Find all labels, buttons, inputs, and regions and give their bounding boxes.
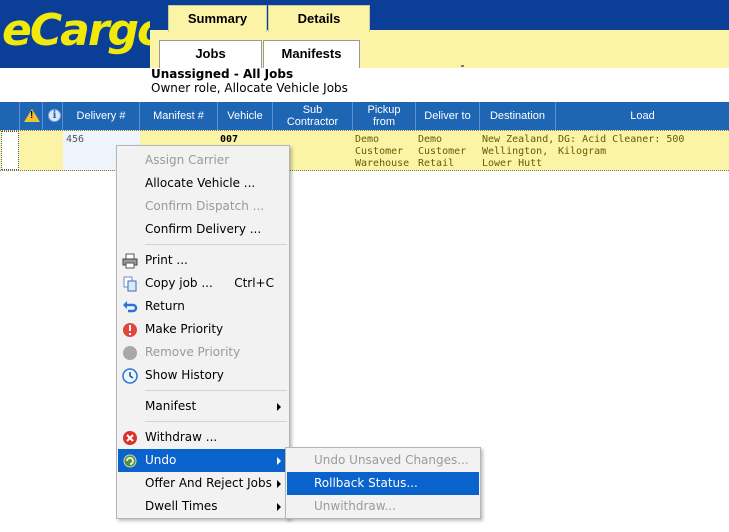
undo-submenu: Undo Unsaved Changes... Rollback Status.… bbox=[285, 447, 481, 519]
cell-line: Customer bbox=[355, 146, 404, 157]
menu-item-make-priority[interactable]: Make Priority bbox=[118, 318, 288, 341]
page-title: Unassigned - All Jobs bbox=[151, 67, 294, 81]
menu-item-remove-priority[interactable]: Remove Priority bbox=[118, 341, 288, 364]
menu-item-show-history[interactable]: Show History bbox=[118, 364, 288, 387]
tab-summary[interactable]: Summary bbox=[168, 5, 267, 32]
menu-item-label: Unwithdraw... bbox=[314, 499, 396, 513]
menu-item-label: Print ... bbox=[145, 253, 188, 267]
menu-item-label: Undo Unsaved Changes... bbox=[314, 453, 469, 467]
chevron-right-icon bbox=[277, 480, 281, 488]
divider bbox=[461, 65, 464, 67]
menu-item-label: Dwell Times bbox=[145, 499, 218, 513]
menu-item-print[interactable]: Print ... bbox=[118, 249, 288, 272]
column-header-delivery[interactable]: Delivery # bbox=[63, 102, 140, 130]
menu-item-dwell-times[interactable]: Dwell Times bbox=[118, 495, 288, 518]
cell-line: Demo bbox=[418, 134, 443, 145]
menu-item-label: Confirm Dispatch ... bbox=[145, 199, 265, 213]
return-icon bbox=[123, 301, 138, 313]
submenu-item-rollback-status[interactable]: Rollback Status... bbox=[287, 472, 479, 495]
cell-deliverto: Demo Customer Retail bbox=[418, 134, 466, 170]
row-selector[interactable] bbox=[1, 131, 19, 170]
cell-pickup: Demo Customer Warehouse bbox=[355, 134, 409, 170]
cell-load: DG: Acid Cleaner: 500 Kilogram bbox=[558, 134, 685, 157]
menu-separator bbox=[145, 421, 287, 422]
menu-item-label: Manifest bbox=[145, 399, 197, 413]
menu-item-label: Return bbox=[145, 299, 185, 313]
menu-item-label: Copy job ... bbox=[145, 276, 213, 290]
withdraw-icon bbox=[123, 431, 137, 445]
menu-item-copy-job[interactable]: Copy job ... Ctrl+C bbox=[118, 272, 288, 295]
priority-icon bbox=[123, 323, 137, 337]
subtab-manifests[interactable]: Manifests bbox=[263, 40, 360, 68]
menu-separator bbox=[145, 390, 287, 391]
cell-line: Warehouse bbox=[355, 158, 410, 169]
menu-item-label: Withdraw ... bbox=[145, 430, 218, 444]
warning-icon-mark: ! bbox=[30, 110, 34, 121]
cell-line: Customer bbox=[418, 146, 467, 157]
cell-delivery: 456 bbox=[66, 134, 85, 145]
cell-line: New Zealand, bbox=[482, 134, 555, 145]
submenu-item-undo-unsaved[interactable]: Undo Unsaved Changes... bbox=[287, 449, 479, 472]
column-header-label: from bbox=[373, 116, 395, 128]
menu-item-label: Undo bbox=[145, 453, 177, 467]
page-subtitle: Owner role, Allocate Vehicle Jobs bbox=[151, 81, 348, 95]
chevron-right-icon bbox=[277, 503, 281, 511]
cell-destination: New Zealand, Wellington, Lower Hutt bbox=[482, 134, 554, 170]
undo-icon bbox=[123, 454, 137, 468]
column-header-pickup[interactable]: Pickup from bbox=[353, 102, 416, 130]
menu-separator bbox=[145, 244, 287, 245]
menu-item-withdraw[interactable]: Withdraw ... bbox=[118, 426, 288, 449]
menu-item-confirm-delivery[interactable]: Confirm Delivery ... bbox=[118, 218, 288, 241]
menu-item-label: Confirm Delivery ... bbox=[145, 222, 262, 236]
column-header-load[interactable]: Load bbox=[556, 102, 729, 130]
menu-item-label: Show History bbox=[145, 368, 224, 382]
tab-details[interactable]: Details bbox=[268, 5, 370, 32]
printer-icon bbox=[122, 253, 138, 269]
menu-item-label: Remove Priority bbox=[145, 345, 241, 359]
column-header-label: Sub bbox=[302, 104, 323, 116]
column-header-destination[interactable]: Destination bbox=[480, 102, 556, 130]
cell-line: Lower Hutt bbox=[482, 158, 543, 169]
cell-line: Retail bbox=[418, 158, 455, 169]
grid-header: Delivery # Manifest # Vehicle Sub Contra… bbox=[0, 102, 729, 130]
menu-item-label: Assign Carrier bbox=[145, 153, 230, 167]
menu-item-undo[interactable]: Undo bbox=[118, 449, 288, 472]
menu-item-offer-reject[interactable]: Offer And Reject Jobs bbox=[118, 472, 288, 495]
menu-item-allocate-vehicle[interactable]: Allocate Vehicle ... bbox=[118, 172, 288, 195]
chevron-right-icon bbox=[277, 457, 281, 465]
column-header-manifest[interactable]: Manifest # bbox=[140, 102, 218, 130]
menu-item-manifest[interactable]: Manifest bbox=[118, 395, 288, 418]
chevron-right-icon bbox=[277, 403, 281, 411]
subtab-jobs[interactable]: Jobs bbox=[159, 40, 262, 68]
select-column-header[interactable] bbox=[0, 102, 20, 130]
info-icon: i bbox=[48, 109, 61, 122]
clock-icon bbox=[122, 368, 138, 384]
context-menu: Assign Carrier Allocate Vehicle ... Conf… bbox=[116, 145, 290, 519]
column-header-label: Pickup bbox=[367, 104, 401, 116]
column-header-label: Contractor bbox=[286, 116, 339, 128]
app-logo[interactable]: eCargo bbox=[2, 2, 167, 60]
column-header-subcontractor[interactable]: Sub Contractor bbox=[273, 102, 353, 130]
menu-item-label: Rollback Status... bbox=[314, 476, 418, 490]
menu-item-label: Allocate Vehicle ... bbox=[145, 176, 256, 190]
menu-item-confirm-dispatch[interactable]: Confirm Dispatch ... bbox=[118, 195, 288, 218]
menu-item-return[interactable]: Return bbox=[118, 295, 288, 318]
submenu-item-unwithdraw[interactable]: Unwithdraw... bbox=[287, 495, 479, 518]
column-header-deliverto[interactable]: Deliver to bbox=[416, 102, 480, 130]
menu-item-shortcut: Ctrl+C bbox=[234, 276, 274, 290]
column-header-vehicle[interactable]: Vehicle bbox=[218, 102, 273, 130]
menu-item-assign-carrier[interactable]: Assign Carrier bbox=[118, 149, 288, 172]
copy-icon bbox=[123, 276, 137, 292]
cell-line: Demo bbox=[355, 134, 380, 145]
cell-line: Wellington, bbox=[482, 146, 549, 157]
remove-priority-icon bbox=[123, 346, 137, 360]
menu-item-label: Offer And Reject Jobs bbox=[145, 476, 272, 490]
logo-band: eCargo bbox=[0, 0, 167, 68]
menu-item-label: Make Priority bbox=[145, 322, 224, 336]
